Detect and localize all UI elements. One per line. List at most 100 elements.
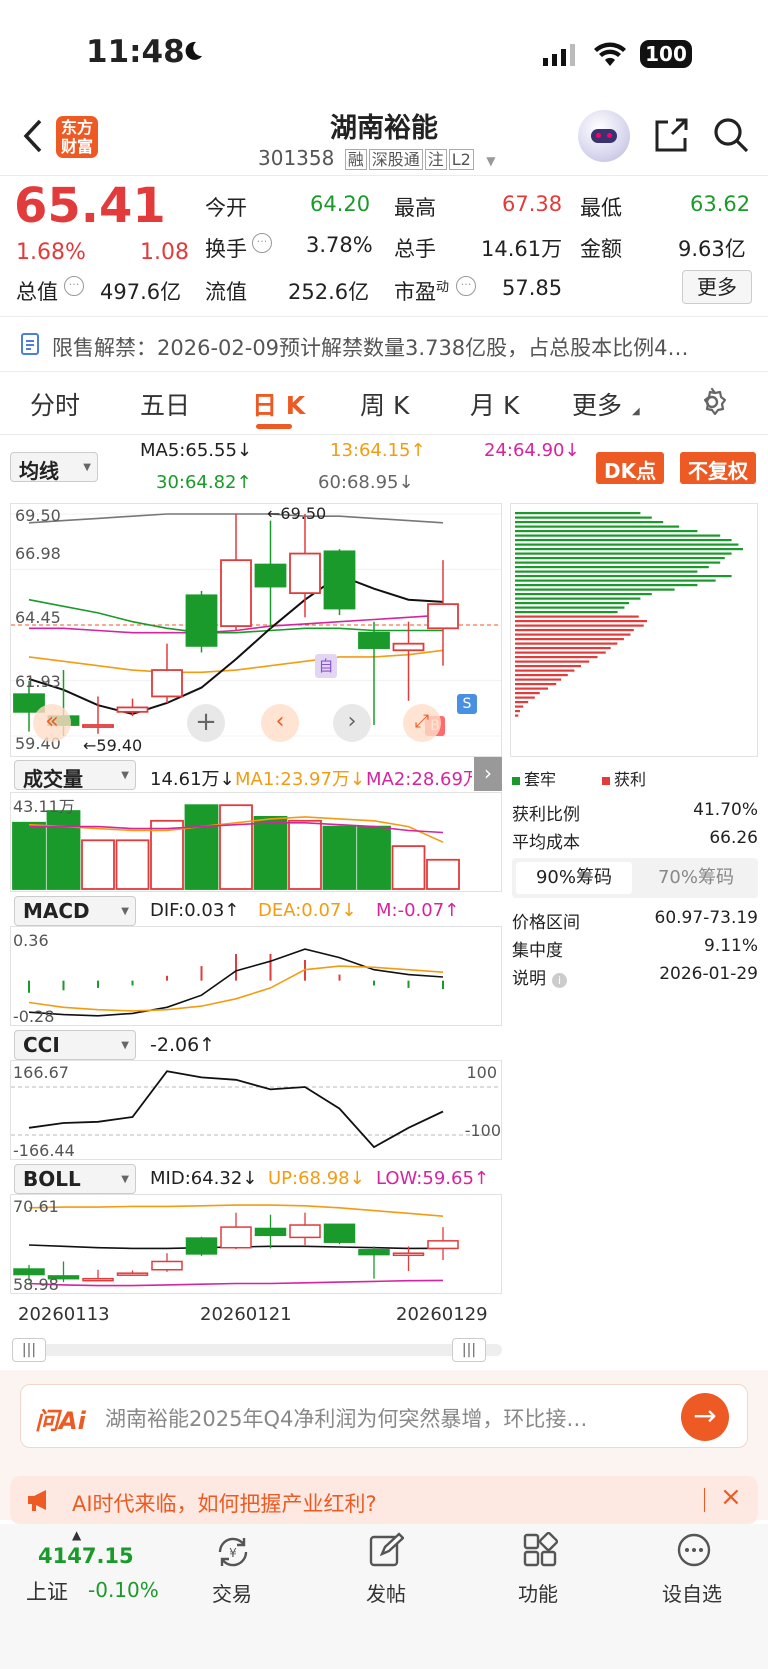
info-icon[interactable]: ··· (252, 233, 272, 253)
tab-monthly-k[interactable]: 月 K (470, 386, 519, 422)
volume-select[interactable]: 成交量 ▼ (14, 760, 136, 791)
cci-select[interactable]: CCI ▼ (14, 1030, 136, 1060)
chip-bar-locked (515, 593, 652, 596)
nav-trade[interactable]: 交易 (172, 1578, 292, 1607)
ma30-label: 30:64.82↑ (156, 472, 252, 493)
info-icon[interactable]: ··· (64, 276, 84, 296)
profit-ratio-value: 41.70% (693, 800, 758, 820)
range-slider-right-handle[interactable]: ||| (452, 1338, 486, 1362)
boll-candle-body (220, 1226, 252, 1249)
fullscreen-icon[interactable]: ⤢ (403, 704, 441, 742)
chip-bar-profit (515, 687, 548, 690)
cci-value-label: -2.06↑ (150, 1034, 216, 1056)
nav-index-name[interactable]: 上证 (26, 1576, 68, 1606)
boll-candle-body (427, 1240, 459, 1250)
settings-icon[interactable] (696, 386, 728, 422)
chip-bar-locked (515, 539, 732, 542)
volume-bar (253, 816, 288, 890)
caret-down-icon[interactable]: ▼ (486, 154, 495, 168)
ai-robot-icon[interactable] (578, 110, 630, 162)
ai-input[interactable]: 问Ai 湖南裕能2025年Q4净利润为何突然暴增，环比接… → (20, 1384, 748, 1448)
ma60-label: 60:68.95↓ (318, 472, 414, 493)
chip-bar-profit (515, 656, 598, 659)
volume-bar (357, 825, 391, 890)
kline-ymax: 69.50 (15, 506, 61, 525)
expand-arrow-icon[interactable]: › (474, 757, 502, 791)
mktcap-label: 总值 (16, 280, 58, 304)
ma24-label: 24:64.90↓ (484, 440, 580, 461)
chip-bar-locked (515, 588, 675, 591)
info-icon[interactable]: i (552, 973, 567, 988)
macd-ymax: 0.36 (13, 931, 49, 950)
ma-select[interactable]: 均线 ▼ (10, 452, 98, 483)
nav-index-change[interactable]: -0.10% (88, 1578, 159, 1602)
dk-point-button[interactable]: DK点 (596, 452, 665, 484)
scroll-left-icon[interactable]: « (33, 704, 71, 742)
boll-ymax: 70.61 (13, 1197, 59, 1216)
candle-body (323, 550, 356, 610)
pe-label: 市盈动 (394, 280, 450, 304)
turnover-label: 换手 (205, 237, 247, 261)
boll-candle-body (323, 1223, 356, 1243)
prev-icon[interactable]: ‹ (261, 704, 299, 742)
chip-bar-locked (515, 516, 652, 519)
post-icon[interactable] (368, 1532, 405, 1572)
nav-watchlist[interactable]: 设自选 (632, 1578, 752, 1607)
candle-body (358, 631, 390, 649)
nav-index-value[interactable]: 4147.15 (38, 1544, 134, 1568)
watchlist-icon[interactable] (676, 1532, 712, 1572)
trade-icon[interactable]: ¥ (214, 1534, 252, 1574)
moon-icon (182, 40, 204, 62)
cci-r100: 100 (466, 1063, 497, 1082)
tab-five-day[interactable]: 五日 (140, 386, 190, 422)
next-icon[interactable]: › (333, 704, 371, 742)
tab-intraday[interactable]: 分时 (30, 386, 80, 422)
volume-value: 14.61万 (481, 237, 563, 261)
turnover-value: 3.78% (306, 233, 373, 257)
kline-y2: 66.98 (15, 544, 61, 563)
candle-body (151, 669, 183, 698)
nav-post[interactable]: 发帖 (326, 1578, 446, 1607)
functions-icon[interactable] (522, 1531, 559, 1572)
ai-send-button[interactable]: → (681, 1393, 729, 1441)
range-slider-left-handle[interactable]: ||| (12, 1338, 46, 1362)
info-icon[interactable]: ··· (456, 276, 476, 296)
range-slider-track[interactable] (12, 1344, 502, 1356)
svg-text:¥: ¥ (229, 1546, 237, 1560)
tab-daily-k[interactable]: 日 K (252, 386, 305, 422)
date-end: 20260129 (396, 1304, 488, 1325)
kline-panel[interactable]: 69.50 66.98 64.45 61.93 59.40 ←69.50 ←59… (10, 503, 502, 757)
chip-bar-locked (515, 552, 732, 555)
volume-bar (391, 845, 426, 890)
boll-low-label: LOW:59.65↑ (376, 1168, 489, 1189)
macd-select[interactable]: MACD ▼ (14, 896, 136, 926)
more-button[interactable]: 更多 (682, 270, 752, 304)
search-icon[interactable] (712, 116, 750, 158)
chip-bar-locked (515, 557, 725, 560)
notice-text[interactable]: 限售解禁：2026-02-09预计解禁数量3.738亿股，占总股本比例4… (52, 332, 752, 362)
tab-chip-90[interactable]: 90%筹码 (516, 862, 632, 894)
chip-bar-profit (515, 629, 634, 632)
chip-bar-locked (515, 602, 629, 605)
share-icon[interactable] (652, 116, 690, 158)
zoom-in-icon[interactable]: + (187, 704, 225, 742)
chip-bar-locked (515, 521, 664, 524)
boll-ymin: 58.98 (13, 1275, 59, 1294)
adjust-button[interactable]: 不复权 (680, 452, 756, 484)
nav-functions[interactable]: 功能 (478, 1578, 598, 1607)
tab-more[interactable]: 更多 (572, 386, 622, 422)
promo-banner[interactable]: AI时代来临，如何把握产业红利? × (10, 1476, 758, 1524)
m-label: M:-0.07↑ (376, 900, 460, 921)
note-value: 2026-01-29 (659, 964, 758, 984)
boll-candle-body (116, 1272, 149, 1276)
boll-select[interactable]: BOLL ▼ (14, 1164, 136, 1194)
volume-bar (115, 839, 150, 890)
ma13-label: 13:64.15↑ (330, 440, 426, 461)
tab-weekly-k[interactable]: 周 K (360, 386, 409, 422)
tab-chip-70[interactable]: 70%筹码 (638, 862, 754, 894)
close-icon[interactable]: × (720, 1482, 742, 1512)
chip-bar-profit (515, 701, 529, 704)
volume-bar (81, 839, 115, 890)
ai-placeholder: 湖南裕能2025年Q4净利润为何突然暴增，环比接… (105, 1407, 588, 1431)
promo-divider (704, 1488, 705, 1512)
